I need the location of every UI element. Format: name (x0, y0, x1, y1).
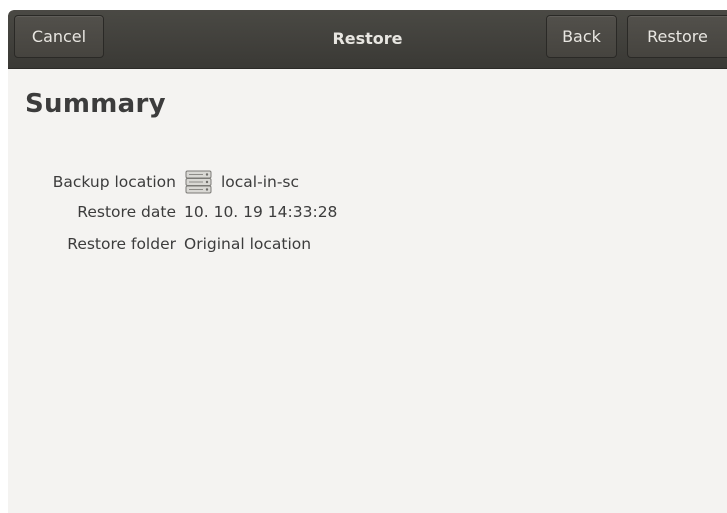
window-title: Restore (332, 29, 403, 48)
server-icon (184, 170, 213, 194)
back-button[interactable]: Back (546, 15, 617, 58)
backup-location-value: local-in-sc (221, 173, 300, 191)
restore-window: Cancel Restore Back Restore Summary Back… (8, 10, 727, 513)
summary-heading: Summary (25, 89, 166, 119)
restore-date-row: Restore date 10. 10. 19 14:33:28 (8, 200, 727, 224)
restore-folder-value: Original location (184, 235, 312, 253)
backup-location-row: Backup location local-in-sc (8, 170, 727, 194)
restore-date-value: 10. 10. 19 14:33:28 (184, 203, 338, 221)
restore-folder-row: Restore folder Original location (8, 232, 727, 256)
restore-folder-label: Restore folder (67, 235, 176, 253)
restore-button[interactable]: Restore (627, 15, 727, 58)
summary-panel: Summary Backup location local-in-sc Rest… (8, 69, 727, 513)
restore-date-label: Restore date (77, 203, 176, 221)
cancel-button[interactable]: Cancel (14, 15, 104, 58)
backup-location-value-container: local-in-sc (184, 170, 299, 194)
backup-location-label: Backup location (52, 173, 176, 191)
header-bar: Cancel Restore Back Restore (8, 10, 727, 69)
